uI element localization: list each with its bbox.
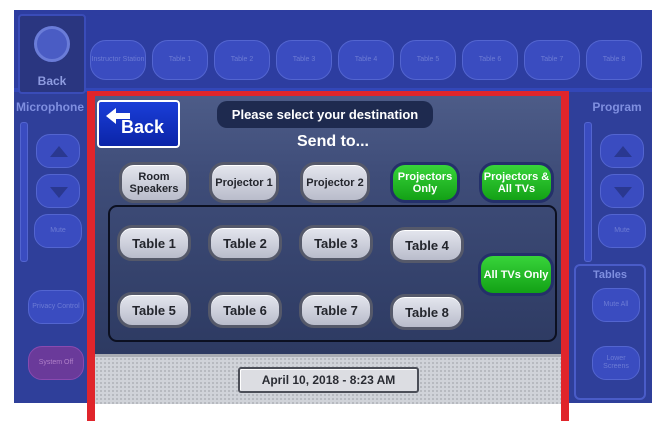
- back-button[interactable]: Back: [97, 100, 180, 148]
- chevron-down-icon: [50, 187, 68, 198]
- background-tab-table-5: Table 5: [400, 40, 456, 80]
- background-program-down: [600, 174, 644, 208]
- highlight-frame-left: [87, 91, 95, 421]
- background-mic-mute: Mute: [34, 214, 82, 248]
- projector-1-button[interactable]: Projector 1: [209, 162, 279, 203]
- background-tab-table-1: Table 1: [152, 40, 208, 80]
- destination-prompt: Please select your destination: [217, 101, 433, 128]
- table-6-button[interactable]: Table 6: [208, 292, 282, 328]
- table-8-button[interactable]: Table 8: [390, 294, 464, 330]
- chevron-up-icon: [50, 146, 68, 157]
- chevron-down-icon: [614, 187, 632, 198]
- all-tvs-only-button[interactable]: All TVs Only: [478, 253, 554, 296]
- chevron-up-icon: [614, 146, 632, 157]
- background-tab-table-4: Table 4: [338, 40, 394, 80]
- table-2-button[interactable]: Table 2: [208, 225, 282, 261]
- background-tab-table-7: Table 7: [524, 40, 580, 80]
- background-mic-up: [36, 134, 80, 168]
- table-4-button[interactable]: Table 4: [390, 227, 464, 263]
- background-mic-slider: [20, 122, 28, 262]
- background-mute-all: Mute All: [592, 288, 640, 322]
- table-1-button[interactable]: Table 1: [117, 225, 191, 261]
- table-7-button[interactable]: Table 7: [299, 292, 373, 328]
- background-system-off: System Off: [28, 346, 84, 380]
- background-privacy-control: Privacy Control: [28, 290, 84, 324]
- background-gear-icon: [34, 26, 70, 62]
- background-tab-table-8: Table 8: [586, 40, 642, 80]
- background-program-title: Program: [592, 100, 642, 114]
- background-tab-table-3: Table 3: [276, 40, 332, 80]
- highlight-frame-right: [561, 91, 569, 421]
- background-program-mute: Mute: [598, 214, 646, 248]
- table-5-button[interactable]: Table 5: [117, 292, 191, 328]
- table-3-button[interactable]: Table 3: [299, 225, 373, 261]
- background-microphone-title: Microphone: [16, 100, 84, 114]
- date-time-display: April 10, 2018 - 8:23 AM: [238, 367, 419, 393]
- background-tables-title: Tables: [592, 269, 628, 281]
- projectors-only-button[interactable]: Projectors Only: [390, 162, 460, 203]
- send-to-heading: Send to...: [297, 133, 369, 150]
- back-button-label: Back: [121, 117, 165, 137]
- background-program-up: [600, 134, 644, 168]
- background-tab-instructor: Instructor Station: [90, 40, 146, 80]
- background-lower-screens: Lower Screens: [592, 346, 640, 380]
- background-back-label: Back: [37, 74, 67, 88]
- projectors-and-all-tvs-button[interactable]: Projectors & All TVs: [479, 162, 554, 203]
- background-back-button: Back: [18, 14, 86, 94]
- background-tab-table-6: Table 6: [462, 40, 518, 80]
- projector-2-button[interactable]: Projector 2: [300, 162, 370, 203]
- background-program-slider: [584, 122, 592, 262]
- background-mic-down: [36, 174, 80, 208]
- room-speakers-button[interactable]: Room Speakers: [119, 162, 189, 203]
- background-tab-table-2: Table 2: [214, 40, 270, 80]
